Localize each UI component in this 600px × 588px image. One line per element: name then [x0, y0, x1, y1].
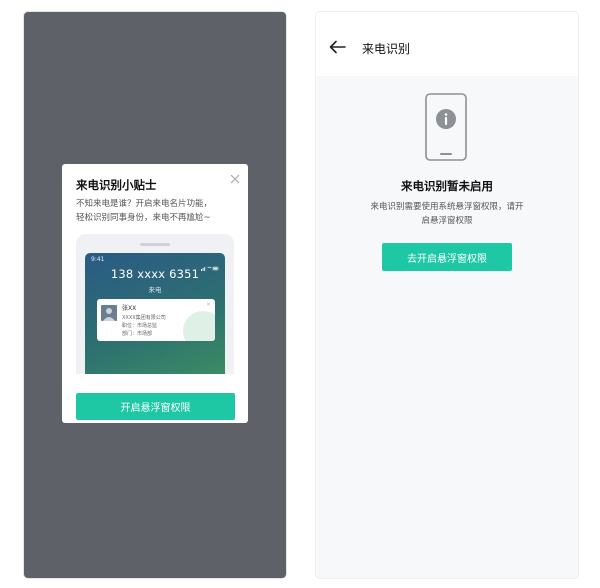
- arrow-left-icon[interactable]: [326, 38, 348, 56]
- close-icon[interactable]: [229, 170, 241, 184]
- page-title: 来电识别: [362, 42, 411, 56]
- phone-screen-caller-id: 来电识别 来电识别暂未启用 来电识别需要使用系统悬浮窗权限，请开 启悬浮窗权限 …: [316, 12, 578, 578]
- card-name: 张XX: [122, 305, 137, 312]
- avatar: [101, 305, 117, 321]
- card-department: 部门：市场部: [122, 331, 153, 337]
- card-company: XXXX集团有限公司: [122, 315, 166, 321]
- empty-state-description-line-1: 来电识别需要使用系统悬浮窗权限，请开: [370, 202, 524, 212]
- incoming-call-label: 来电: [148, 286, 162, 294]
- caller-phone-number: 138 xxxx 6351: [110, 267, 200, 281]
- card-position: 职位：市场总监: [122, 323, 158, 329]
- phone-info-icon: [424, 92, 468, 162]
- dialog-description-line-2: 轻松识别同事身份，来电不再尴尬~: [76, 213, 211, 223]
- empty-state-description-line-2: 启悬浮窗权限: [421, 216, 473, 226]
- caller-business-card: × 张XX XXXX集团有限公司 职位：市场总监 部门：市场部: [97, 299, 215, 341]
- mini-call-screen: 9:41 138 xxxx 6351 来电 × 张XX XXXX集团有限公司 职…: [85, 253, 225, 374]
- phone-speaker-notch: [140, 243, 170, 246]
- empty-state-description: 来电识别需要使用系统悬浮窗权限，请开 启悬浮窗权限: [316, 200, 578, 228]
- dialog-description: 不知来电是谁？开启来电名片功能， 轻松识别同事身份，来电不再尴尬~: [76, 197, 240, 225]
- card-decoration: [183, 311, 215, 341]
- phone-screen-tips-overlay: 来电识别小贴士 不知来电是谁？开启来电名片功能， 轻松识别同事身份，来电不再尴尬…: [24, 12, 286, 578]
- tips-dialog: 来电识别小贴士 不知来电是谁？开启来电名片功能， 轻松识别同事身份，来电不再尴尬…: [62, 164, 248, 423]
- empty-state-title: 来电识别暂未启用: [401, 179, 493, 193]
- enable-overlay-permission-button[interactable]: 开启悬浮窗权限: [76, 393, 235, 420]
- status-time: 9:41: [91, 256, 105, 263]
- card-close-icon: ×: [205, 301, 211, 308]
- status-bar-icons: [201, 256, 219, 271]
- dialog-description-line-1: 不知来电是谁？开启来电名片功能，: [76, 199, 213, 209]
- dialog-title: 来电识别小贴士: [76, 178, 157, 192]
- incoming-call-preview: 9:41 138 xxxx 6351 来电 × 张XX XXXX集团有限公司 职…: [76, 234, 234, 374]
- go-enable-overlay-permission-button[interactable]: 去开启悬浮窗权限: [382, 243, 512, 271]
- top-navigation-bar: 来电识别: [316, 12, 578, 76]
